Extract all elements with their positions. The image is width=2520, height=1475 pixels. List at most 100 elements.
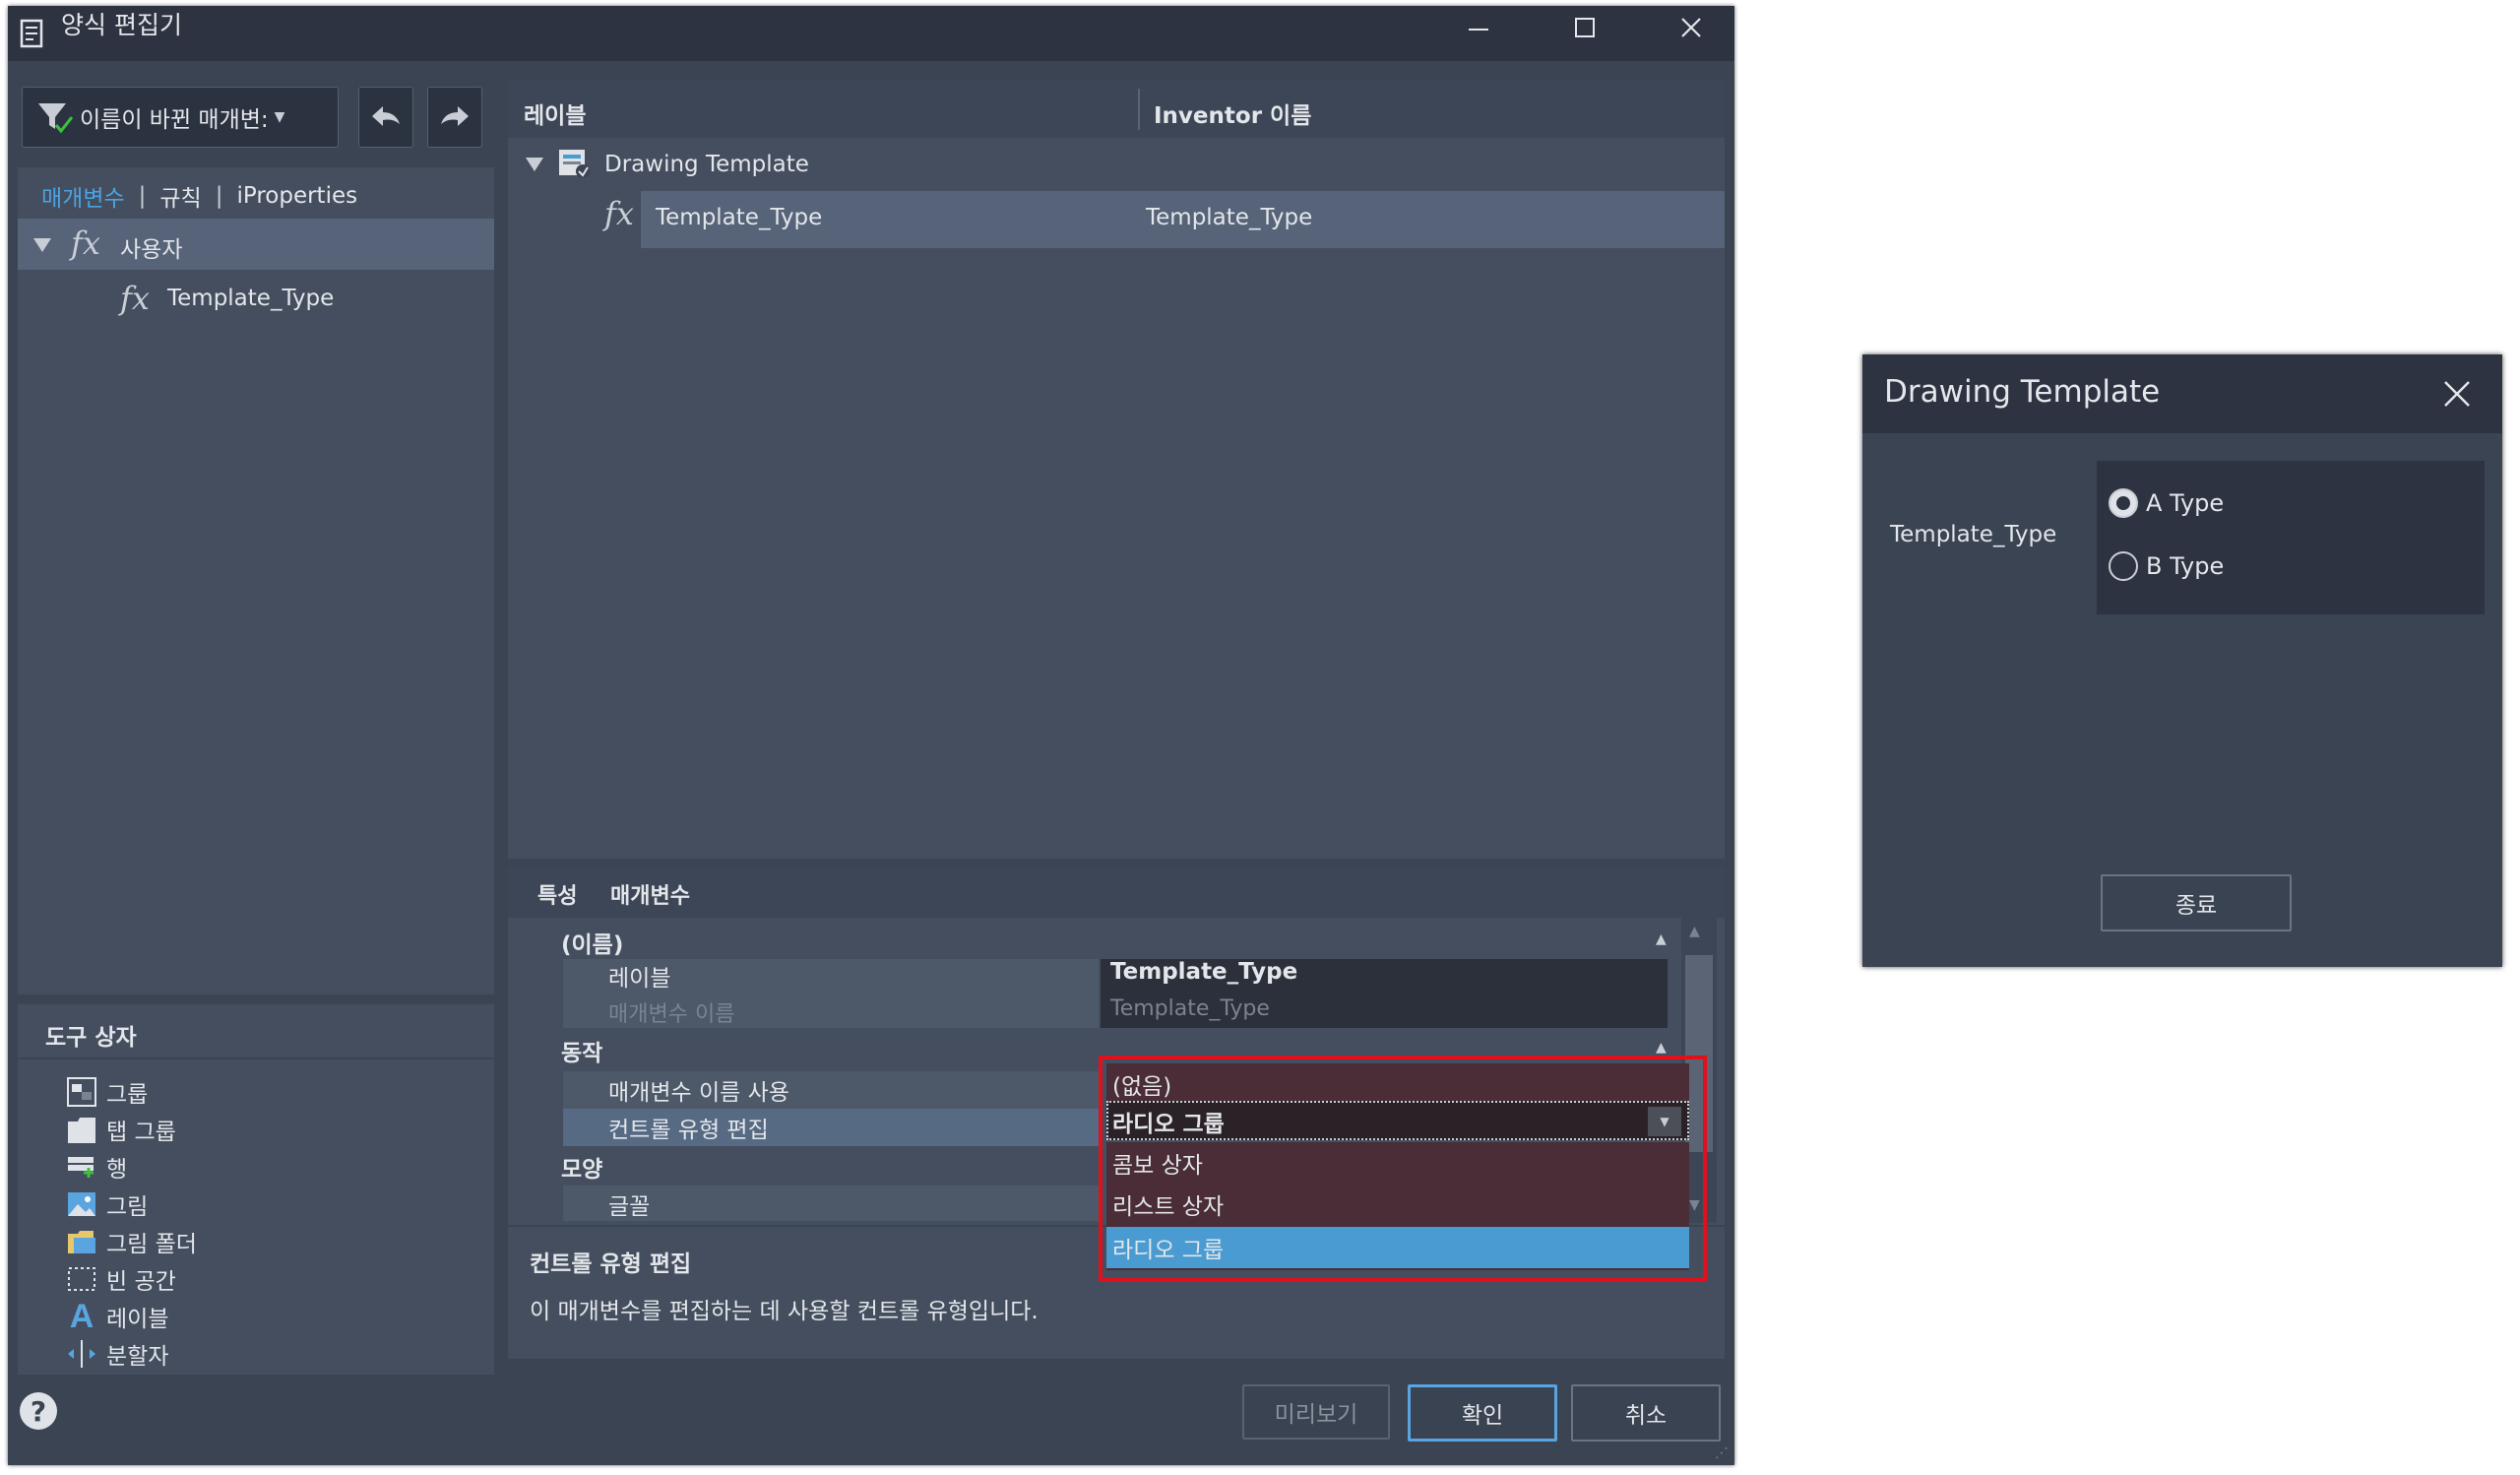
dropdown-option-list[interactable]: 리스트 상자 [1106,1184,1689,1225]
tree-group-label: 사용자 [120,237,183,263]
filter-label: 이름이 바뀐 매개변: [80,107,269,133]
minimize-button[interactable] [1451,0,1506,55]
toolbox-item-label: 탭 그룹 [106,1120,176,1145]
toolbox-item-empty-space[interactable]: 빈 공간 [65,1260,197,1298]
dialog-field-label: Template_Type [1890,522,2057,547]
radio-option-label: B Type [2146,552,2225,580]
toolbox-list: 그룹 탭 그룹 행 그림 그림 폴더 빈 공간 A 레이블 분할자 [65,1073,197,1373]
radio-group [2097,461,2485,614]
combobox-selected-value: 라디오 그룹 [1112,1112,1225,1137]
tab-properties[interactable]: 특성 [537,878,577,910]
tab-group-icon [65,1113,98,1146]
label-a-icon: A [69,1297,94,1335]
fx-icon: fx [120,280,150,317]
group-icon [65,1075,98,1109]
form-editor-window: 양식 편집기 이름이 바뀐 매개변: ▼ 매개변수 | 규칙 | iProper… [8,6,1734,1465]
row-icon [65,1150,98,1184]
undo-button[interactable] [358,87,413,148]
toolbox-item-picture[interactable]: 그림 [65,1186,197,1223]
parameter-tree-panel: 매개변수 | 규칙 | iProperties fx 사용자 fx Templa… [18,167,494,994]
ok-button[interactable]: 확인 [1408,1384,1557,1442]
left-tab-strip: 매개변수 | 규칙 | iProperties [41,179,357,213]
scroll-up-icon[interactable]: ▲ [1689,924,1700,939]
toolbox-item-tab-group[interactable]: 탭 그룹 [65,1111,197,1148]
radio-option-a[interactable]: A Type [2107,486,2224,520]
toolbox-item-label: 분할자 [106,1344,169,1370]
prop-font-key: 글꼴 [608,1194,651,1220]
chevron-down-icon[interactable]: ▼ [1648,1107,1681,1136]
prop-param-key: 매개변수 이름 [608,1002,735,1027]
prop-use-param-name-key: 매개변수 이름 사용 [608,1080,789,1106]
window-title: 양식 편집기 [61,11,182,39]
expand-arrow-icon[interactable] [526,158,543,171]
collapse-arrow-icon[interactable]: ▲ [1656,931,1667,947]
tab-iproperties[interactable]: iProperties [236,183,357,209]
radio-option-b[interactable]: B Type [2107,549,2224,583]
close-button[interactable] [1664,0,1719,55]
title-bar: 양식 편집기 [8,6,1734,61]
dialog-close-button[interactable]: 종료 [2101,874,2292,931]
drawing-template-dialog: Drawing Template Template_Type A Type B … [1862,354,2502,967]
form-design-grid: 레이블 Inventor 이름 Drawing Template fx Temp… [508,81,1725,859]
toolbox-item-group[interactable]: 그룹 [65,1073,197,1111]
form-icon [557,146,593,181]
radio-checked-icon [2109,488,2138,518]
dialog-title: Drawing Template [1884,374,2161,410]
chevron-down-icon: ▼ [274,109,285,125]
maximize-button[interactable] [1557,0,1612,55]
toolbox-item-row[interactable]: 행 [65,1148,197,1186]
fx-icon: fx [71,224,100,262]
prop-label-value: Template_Type [1110,959,1298,985]
grid-header-inventor-name: Inventor 이름 [1154,103,1312,129]
redo-button[interactable] [427,87,482,148]
tab-rules[interactable]: 규칙 [159,179,201,213]
undo-arrow-icon [372,106,400,126]
expand-arrow-icon[interactable] [33,238,51,252]
description-text: 이 매개변수를 편집하는 데 사용할 컨트롤 유형입니다. [530,1299,1039,1324]
dropdown-option-combo[interactable]: 콤보 상자 [1106,1142,1689,1184]
filter-dropdown[interactable]: 이름이 바뀐 매개변: ▼ [22,87,339,148]
dropdown-above-value-row [1106,1063,1689,1101]
dialog-close-icon[interactable] [2439,376,2475,412]
description-title: 컨트롤 유형 편집 [530,1251,692,1277]
prop-edit-control-key: 컨트롤 유형 편집 [608,1118,769,1143]
toolbox-item-label: 레이블 [106,1307,169,1332]
prop-param-value: Template_Type [1110,996,1270,1021]
dropdown-option-radio[interactable]: 라디오 그룹 [1106,1227,1689,1268]
toolbox-item-label: 그림 폴더 [106,1232,197,1257]
toolbox-item-label: 행 [106,1157,128,1183]
toolbox-item-label: 빈 공간 [106,1269,176,1295]
toolbox-panel: 도구 상자 그룹 탭 그룹 행 그림 그림 폴더 빈 공간 A 레이블 분할자 [18,1004,494,1375]
grid-row-label: Template_Type [656,205,823,230]
filter-icon [32,96,76,139]
picture-icon [65,1187,98,1221]
toolbox-item-label: 그룹 [106,1082,149,1108]
grid-row-inventor-name: Template_Type [1146,205,1313,230]
toolbox-item-picture-folder[interactable]: 그림 폴더 [65,1223,197,1260]
splitter-icon [65,1337,98,1371]
toolbox-item-label: 그림 [106,1194,149,1220]
empty-space-icon [65,1262,98,1296]
app-icon [16,18,47,49]
grid-root-label[interactable]: Drawing Template [604,152,809,177]
toolbox-item-label-tool[interactable]: A 레이블 [65,1298,197,1335]
tab-parameters[interactable]: 매개변수 [41,179,125,213]
redo-arrow-icon [441,106,469,126]
tab-parameter[interactable]: 매개변수 [610,878,690,910]
section-name: (이름) [561,932,624,958]
preview-button[interactable]: 미리보기 [1242,1384,1390,1440]
toolbox-title: 도구 상자 [45,1025,137,1051]
cancel-button[interactable]: 취소 [1571,1384,1721,1442]
tree-item-template-type[interactable]: Template_Type [167,286,334,311]
section-appearance: 모양 [561,1157,603,1183]
radio-unchecked-icon [2109,551,2138,581]
resize-grip-icon[interactable]: ⋰ [1715,1445,1729,1461]
help-icon[interactable]: ? [20,1392,57,1430]
radio-option-label: A Type [2146,489,2225,517]
grid-header [508,81,1725,138]
collapse-arrow-icon[interactable]: ▲ [1656,1040,1667,1056]
toolbox-item-splitter[interactable]: 분할자 [65,1335,197,1373]
fx-icon: fx [604,195,634,232]
picture-folder-icon [65,1225,98,1258]
prop-label-key: 레이블 [608,966,671,992]
